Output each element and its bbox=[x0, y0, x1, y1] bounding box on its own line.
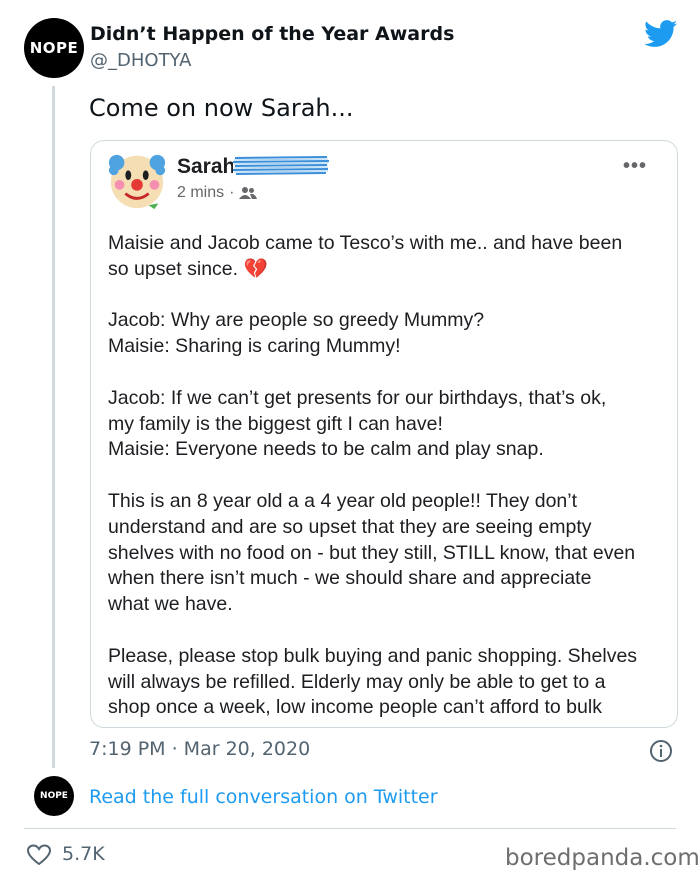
post-line: Jacob: Why are people so greedy Mummy? bbox=[108, 309, 485, 332]
post-line: Maisie: Sharing is caring Mummy! bbox=[108, 335, 401, 358]
post-meta: 2 mins · bbox=[177, 184, 258, 202]
clown-avatar-icon bbox=[108, 154, 166, 210]
redaction-scribble bbox=[233, 153, 329, 179]
post-paragraph: Maisie and Jacob came to Tesco’s with me… bbox=[108, 231, 668, 283]
post-paragraph: This is an 8 year old a a 4 year old peo… bbox=[108, 489, 668, 618]
friends-icon bbox=[239, 187, 258, 199]
post-line: This is an 8 year old a a 4 year old peo… bbox=[108, 489, 578, 512]
author-handle[interactable]: @_DHOTYA bbox=[90, 50, 191, 71]
tweet-text: Come on now Sarah... bbox=[89, 94, 354, 122]
post-line: Maisie: Everyone needs to be calm and pl… bbox=[108, 438, 544, 461]
post-line: understand and are so upset that they ar… bbox=[108, 515, 592, 538]
post-line: what we have. bbox=[108, 593, 233, 616]
divider bbox=[24, 828, 676, 829]
meta-separator: · bbox=[229, 184, 235, 201]
post-line: shelves with no food on - but they still… bbox=[108, 541, 636, 564]
post-time: 2 mins bbox=[177, 184, 225, 201]
avatar-text: NOPE bbox=[29, 39, 79, 57]
small-author-avatar[interactable]: NOPE bbox=[34, 776, 74, 816]
more-options-icon: ••• bbox=[623, 155, 648, 177]
heart-icon[interactable] bbox=[27, 844, 51, 866]
author-name[interactable]: Didn’t Happen of the Year Awards bbox=[90, 23, 454, 45]
post-line: Maisie and Jacob came to Tesco’s with me… bbox=[108, 232, 623, 254]
info-icon[interactable] bbox=[649, 739, 673, 763]
post-paragraph: Please, please stop bulk buying and pani… bbox=[108, 644, 668, 721]
post-body: Maisie and Jacob came to Tesco’s with me… bbox=[108, 231, 668, 727]
poster-name: Sarah bbox=[177, 155, 236, 178]
post-paragraph: Jacob: If we can’t get presents for our … bbox=[108, 386, 668, 463]
post-line: will always be refilled. Elderly may onl… bbox=[108, 670, 606, 693]
twitter-bird-icon[interactable] bbox=[644, 20, 678, 48]
post-line: when there isn’t much - we should share … bbox=[108, 567, 592, 590]
read-full-conversation-link[interactable]: Read the full conversation on Twitter bbox=[89, 786, 438, 808]
thread-line bbox=[52, 86, 55, 768]
post-line: so upset since. 💔 bbox=[108, 257, 268, 280]
like-count[interactable]: 5.7K bbox=[62, 843, 105, 865]
post-line: my family is the biggest gift I can have… bbox=[108, 412, 443, 435]
watermark: boredpanda.com bbox=[505, 845, 700, 871]
post-line: shop once a week, low income people can’… bbox=[108, 696, 602, 719]
post-line: Jacob: If we can’t get presents for our … bbox=[108, 386, 607, 409]
post-line: Please, please stop bulk buying and pani… bbox=[108, 644, 638, 667]
author-avatar[interactable]: NOPE bbox=[24, 18, 84, 78]
post-paragraph: Jacob: Why are people so greedy Mummy? Ma… bbox=[108, 308, 668, 360]
facebook-post: Sarah 2 mins · ••• Maisie and Jacob came… bbox=[91, 141, 677, 727]
attached-image[interactable]: Sarah 2 mins · ••• Maisie and Jacob came… bbox=[90, 140, 678, 728]
tweet-timestamp[interactable]: 7:19 PM · Mar 20, 2020 bbox=[89, 738, 310, 760]
avatar-small-text: NOPE bbox=[40, 791, 68, 801]
